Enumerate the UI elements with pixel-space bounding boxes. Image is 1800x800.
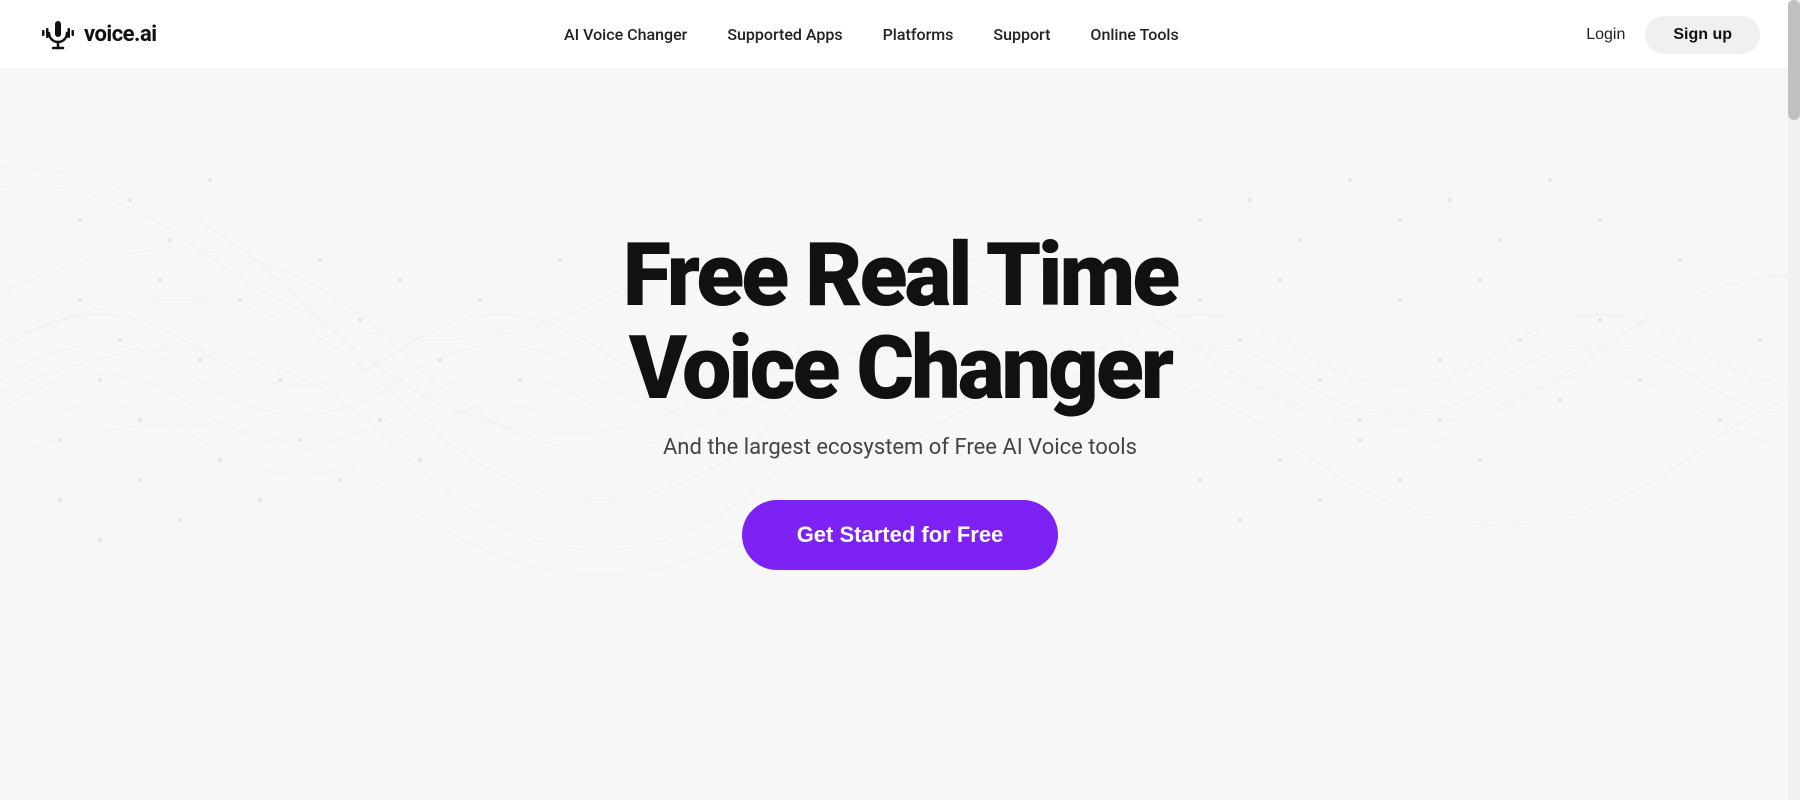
hero-title: Free Real Time Voice Changer [623,230,1177,415]
nav-link-online-tools[interactable]: Online Tools [1090,25,1178,44]
navbar-auth-area: Login Sign up [1586,16,1760,54]
login-button[interactable]: Login [1586,26,1625,44]
hero-content: Free Real Time Voice Changer And the lar… [623,230,1177,570]
hero-section: Free Real Time Voice Changer And the lar… [0,0,1800,800]
navbar-logo-area: voice.ai [40,17,157,53]
scrollbar[interactable] [1788,0,1800,800]
nav-link-supported-apps[interactable]: Supported Apps [727,25,842,44]
navbar-links: AI Voice Changer Supported Apps Platform… [564,25,1179,44]
logo-text: voice.ai [84,22,157,47]
hero-title-line1: Free Real Time [623,224,1177,327]
voice-ai-logo-icon [40,17,76,53]
nav-link-support[interactable]: Support [993,25,1050,44]
hero-subtitle: And the largest ecosystem of Free AI Voi… [663,435,1137,460]
navbar: voice.ai AI Voice Changer Supported Apps… [0,0,1800,70]
hero-title-line2: Voice Changer [629,317,1171,420]
scrollbar-thumb[interactable] [1788,0,1800,120]
get-started-button[interactable]: Get Started for Free [742,500,1059,570]
signup-button[interactable]: Sign up [1645,16,1760,54]
nav-link-ai-voice-changer[interactable]: AI Voice Changer [564,25,687,44]
nav-link-platforms[interactable]: Platforms [883,25,954,44]
